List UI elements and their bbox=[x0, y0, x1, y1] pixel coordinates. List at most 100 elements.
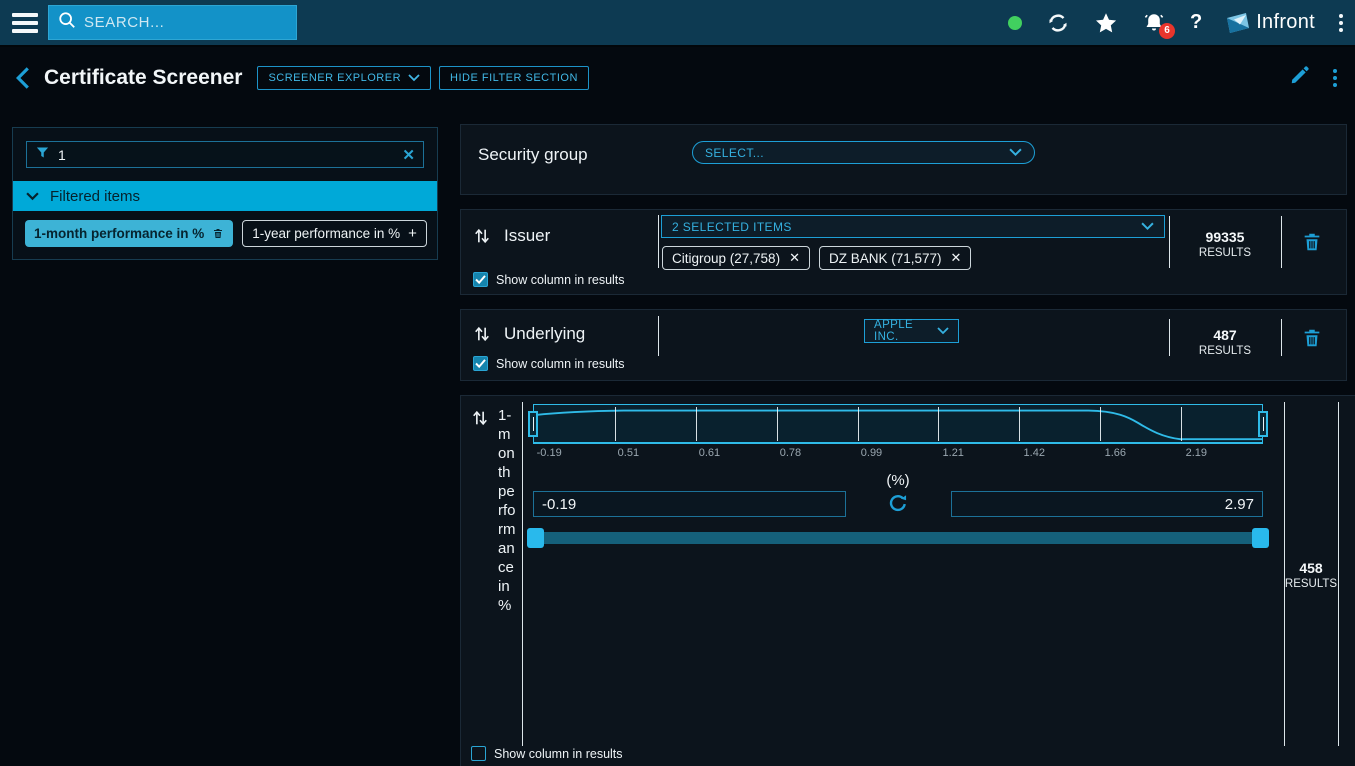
underlying-dropdown-value: APPLE INC. bbox=[874, 319, 937, 343]
divider bbox=[658, 215, 659, 268]
underlying-label: Underlying bbox=[504, 324, 585, 344]
notifications-bell-icon[interactable]: 6 bbox=[1142, 11, 1166, 35]
security-group-select[interactable]: SELECT... bbox=[692, 141, 1035, 164]
range-slider[interactable] bbox=[527, 528, 1269, 548]
bin-separator bbox=[1019, 407, 1020, 441]
clear-filter-icon[interactable]: ✕ bbox=[402, 146, 415, 164]
refresh-icon[interactable] bbox=[1046, 11, 1070, 35]
slider-max-knob[interactable] bbox=[1252, 528, 1269, 548]
histogram-max-handle[interactable] bbox=[1258, 411, 1268, 437]
favorites-star-icon[interactable] bbox=[1094, 11, 1118, 35]
show-column-label: Show column in results bbox=[496, 357, 625, 371]
chevron-down-icon bbox=[408, 74, 420, 82]
topbar-actions: 6 ? Infront bbox=[1008, 11, 1343, 35]
range-min-input[interactable] bbox=[533, 491, 846, 517]
security-group-label: Security group bbox=[478, 145, 588, 165]
funnel-filter-icon bbox=[35, 145, 50, 165]
search-input[interactable] bbox=[84, 14, 287, 31]
edit-pencil-icon[interactable] bbox=[1289, 64, 1311, 91]
chip-label: Citigroup (27,758) bbox=[672, 251, 780, 266]
unit-label: (%) bbox=[533, 472, 1263, 489]
results-word: RESULTS bbox=[1282, 577, 1340, 592]
checkbox-checked-icon[interactable] bbox=[473, 272, 488, 287]
global-search-box[interactable] bbox=[48, 5, 297, 40]
issuer-label: Issuer bbox=[504, 226, 550, 246]
trash-icon[interactable] bbox=[212, 227, 224, 240]
brand-name: Infront bbox=[1256, 11, 1315, 34]
underlying-dropdown[interactable]: APPLE INC. bbox=[864, 319, 959, 343]
reset-range-icon[interactable] bbox=[887, 492, 909, 514]
show-column-label: Show column in results bbox=[496, 273, 625, 287]
search-icon bbox=[58, 11, 76, 34]
top-bar: 6 ? Infront bbox=[0, 0, 1355, 47]
topbar-kebab-menu-icon[interactable] bbox=[1339, 14, 1343, 32]
notification-badge: 6 bbox=[1159, 23, 1175, 39]
chevron-down-icon bbox=[1141, 222, 1154, 231]
remove-chip-icon[interactable]: ✕ bbox=[789, 250, 800, 266]
filter-panel: ✕ Filtered items 1-month performance in … bbox=[12, 127, 438, 260]
results-word: RESULTS bbox=[1173, 246, 1277, 261]
divider bbox=[1169, 319, 1170, 356]
results-count: 99335 bbox=[1173, 228, 1277, 246]
distribution-curve bbox=[534, 405, 1262, 442]
content-area: ✕ Filtered items 1-month performance in … bbox=[0, 110, 1355, 766]
histogram-min-handle[interactable] bbox=[528, 411, 538, 437]
tick-label: 1.42 bbox=[1024, 447, 1045, 459]
remove-chip-icon[interactable]: ✕ bbox=[951, 250, 962, 266]
slider-min-knob[interactable] bbox=[527, 528, 544, 548]
chevron-down-icon bbox=[26, 192, 39, 201]
bin-separator bbox=[696, 407, 697, 441]
sort-arrows-icon[interactable] bbox=[471, 408, 489, 433]
sort-arrows-icon[interactable] bbox=[473, 324, 491, 349]
tick-label: 0.51 bbox=[618, 447, 639, 459]
filter-search-input[interactable] bbox=[58, 147, 394, 163]
divider bbox=[1169, 216, 1170, 268]
underlying-filter-card: Underlying APPLE INC. Show column in res… bbox=[460, 309, 1347, 381]
performance-show-column-checkbox[interactable]: Show column in results bbox=[471, 746, 623, 761]
bin-separator bbox=[777, 407, 778, 441]
filtered-chips-row: 1-month performance in % 1-year performa… bbox=[13, 211, 437, 259]
slider-track[interactable] bbox=[529, 532, 1267, 544]
back-chevron-icon[interactable] bbox=[14, 66, 32, 90]
chip-1-month-performance[interactable]: 1-month performance in % bbox=[25, 220, 233, 247]
issuer-results: 99335 RESULTS bbox=[1173, 228, 1277, 261]
screener-explorer-button[interactable]: SCREENER EXPLORER bbox=[257, 66, 431, 90]
security-group-card: Security group SELECT... bbox=[460, 124, 1347, 195]
chevron-down-icon bbox=[937, 327, 949, 335]
page-kebab-menu-icon[interactable] bbox=[1333, 69, 1337, 87]
performance-results: 458 RESULTS bbox=[1282, 559, 1340, 592]
show-column-label: Show column in results bbox=[494, 747, 623, 761]
issuer-show-column-checkbox[interactable]: Show column in results bbox=[473, 272, 625, 287]
filter-search-field[interactable]: ✕ bbox=[26, 141, 424, 168]
issuer-chip-dz-bank[interactable]: DZ BANK (71,577) ✕ bbox=[819, 246, 971, 270]
checkbox-unchecked-icon[interactable] bbox=[471, 746, 486, 761]
distribution-histogram[interactable] bbox=[533, 404, 1263, 444]
hide-filter-section-button[interactable]: HIDE FILTER SECTION bbox=[439, 66, 589, 90]
results-count: 487 bbox=[1173, 326, 1277, 344]
histogram-axis-ticks: -0.19 0.51 0.61 0.78 0.99 1.21 1.42 1.66… bbox=[533, 447, 1263, 461]
chip-label: 1-month performance in % bbox=[34, 226, 204, 241]
range-max-input[interactable] bbox=[951, 491, 1263, 517]
issuer-chip-citigroup[interactable]: Citigroup (27,758) ✕ bbox=[662, 246, 810, 270]
bin-separator bbox=[615, 407, 616, 441]
delete-filter-trash-icon[interactable] bbox=[1301, 326, 1323, 355]
chip-label: 1-year performance in % bbox=[252, 226, 400, 241]
checkbox-checked-icon[interactable] bbox=[473, 356, 488, 371]
issuer-dropdown-value: 2 SELECTED ITEMS bbox=[672, 220, 1141, 234]
filtered-items-header[interactable]: Filtered items bbox=[13, 181, 437, 211]
tick-label: 0.61 bbox=[699, 447, 720, 459]
sort-arrows-icon[interactable] bbox=[473, 226, 491, 251]
hamburger-menu-icon[interactable] bbox=[12, 13, 38, 33]
chip-label: DZ BANK (71,577) bbox=[829, 251, 942, 266]
issuer-filter-card: Issuer 2 SELECTED ITEMS Citigroup (27,75… bbox=[460, 209, 1347, 295]
chip-1-year-performance[interactable]: 1-year performance in % + bbox=[242, 220, 427, 247]
divider bbox=[1338, 402, 1339, 746]
issuer-dropdown[interactable]: 2 SELECTED ITEMS bbox=[661, 215, 1165, 238]
delete-filter-trash-icon[interactable] bbox=[1301, 230, 1323, 259]
add-icon[interactable]: + bbox=[408, 225, 417, 242]
help-icon[interactable]: ? bbox=[1190, 11, 1202, 34]
tick-label: -0.19 bbox=[537, 447, 562, 459]
underlying-show-column-checkbox[interactable]: Show column in results bbox=[473, 356, 625, 371]
bin-separator bbox=[1100, 407, 1101, 441]
select-placeholder: SELECT... bbox=[705, 146, 1009, 160]
